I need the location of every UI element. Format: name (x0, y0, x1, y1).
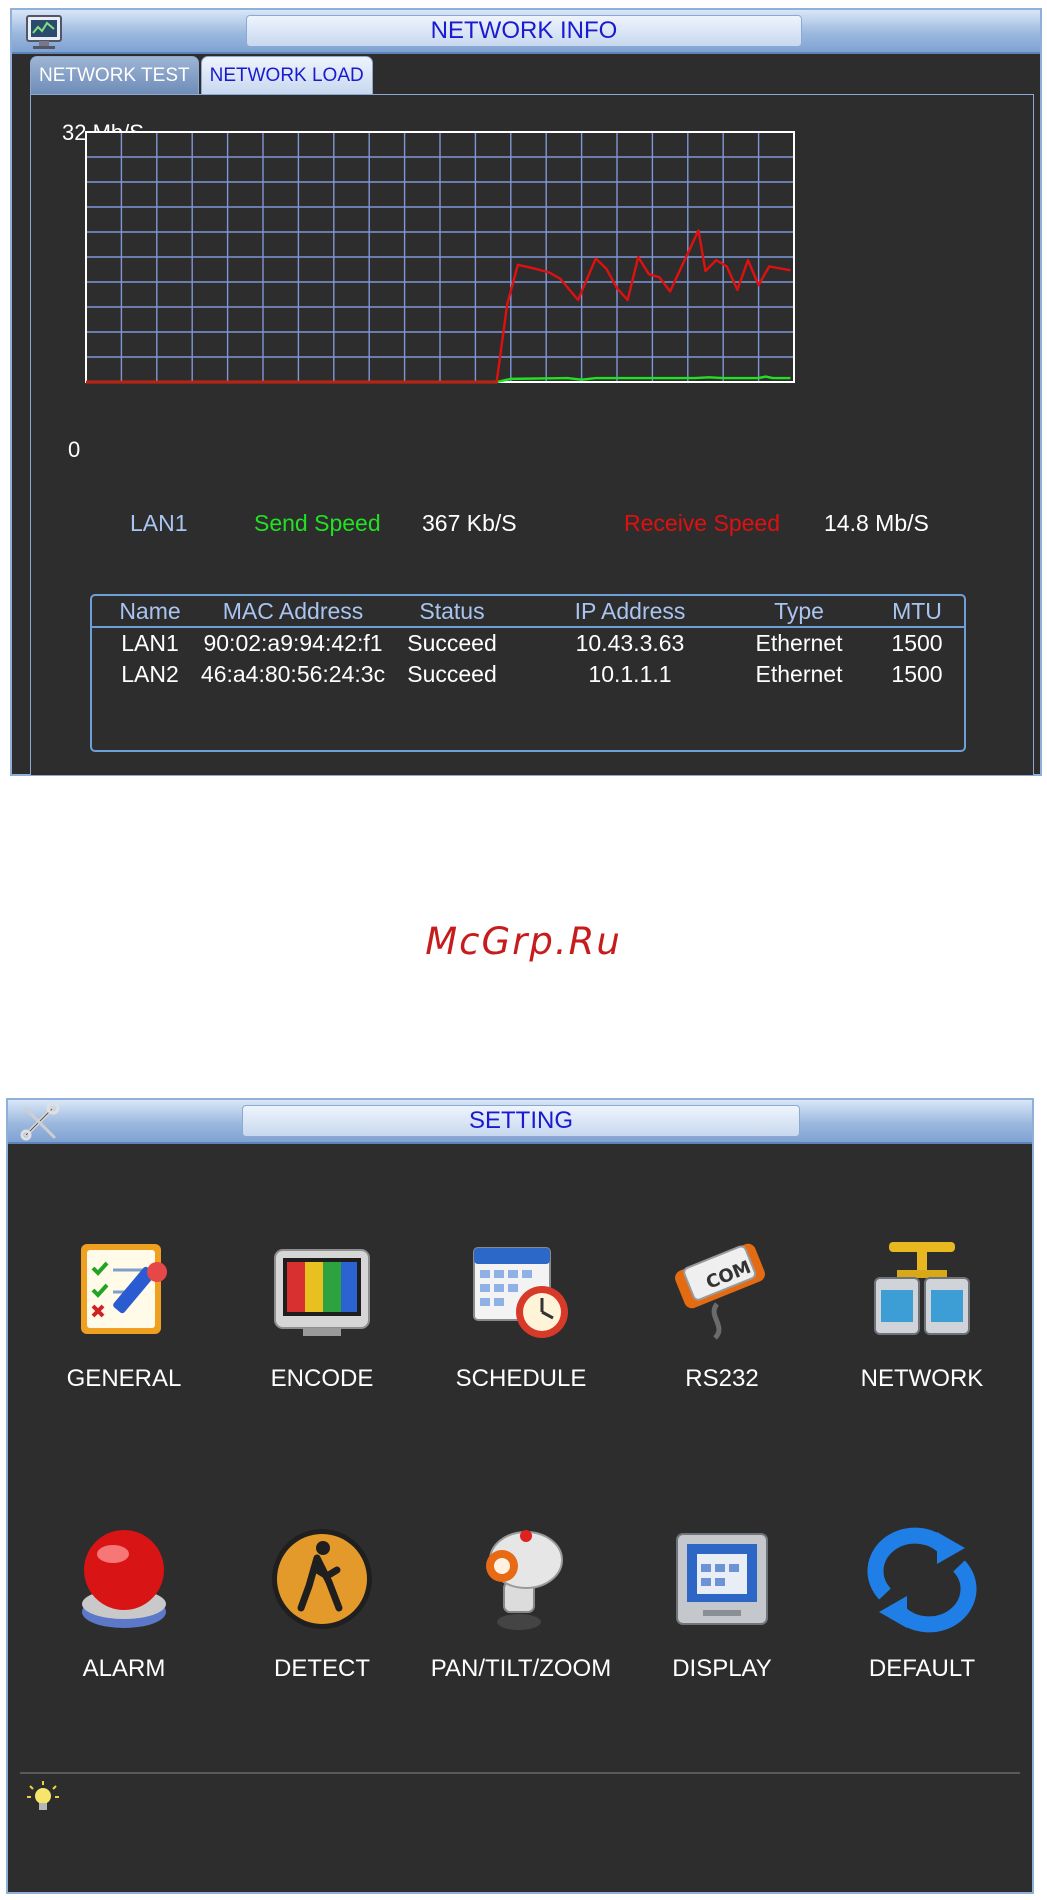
row-name: LAN2 (121, 661, 179, 687)
setting-general[interactable]: GENERAL (24, 1234, 224, 1393)
window-title: SETTING (242, 1105, 800, 1137)
table-row[interactable]: LAN1 90:02:a9:94:42:f1 Succeed 10.43.3.6… (92, 630, 964, 660)
row-status: Succeed (407, 661, 497, 687)
setting-display[interactable]: DISPLAY (622, 1524, 822, 1683)
titlebar: SETTING (8, 1100, 1032, 1144)
setting-label: RS232 (685, 1365, 759, 1392)
network-load-chart (85, 131, 795, 384)
rs232-icon: COM (675, 1243, 765, 1340)
network-interface-table[interactable]: Name MAC Address Status IP Address Type … (90, 594, 966, 752)
setting-window: SETTING GENERAL ENCODE SCHEDULE COM RS23… (6, 1098, 1034, 1894)
col-mtu: MTU (892, 598, 942, 624)
table-header: Name MAC Address Status IP Address Type … (92, 596, 964, 628)
alarm-icon (82, 1530, 166, 1628)
setting-label: ENCODE (270, 1365, 374, 1392)
row-type: Ethernet (755, 630, 843, 656)
detect-icon (272, 1529, 372, 1629)
setting-label: NETWORK (860, 1365, 984, 1392)
ptz-icon (486, 1530, 563, 1630)
schedule-icon (473, 1247, 568, 1338)
col-name: Name (119, 598, 181, 624)
col-type: Type (774, 598, 824, 624)
setting-rs232[interactable]: COM RS232 (622, 1234, 822, 1393)
setting-label: ALARM (82, 1655, 166, 1682)
col-mac: MAC Address (222, 598, 364, 624)
receive-speed-label: Receive Speed (624, 510, 780, 536)
watermark: McGrp.Ru (425, 920, 622, 963)
row-mac: 46:a4:80:56:24:3c (200, 661, 386, 687)
setting-label: DEFAULT (868, 1655, 976, 1682)
setting-alarm[interactable]: ALARM (24, 1524, 224, 1683)
setting-label: DETECT (274, 1655, 370, 1682)
display-icon (676, 1533, 768, 1625)
setting-label: SCHEDULE (455, 1365, 587, 1392)
setting-detect[interactable]: DETECT (222, 1524, 422, 1683)
row-ip: 10.43.3.63 (575, 630, 685, 656)
table-row[interactable]: LAN2 46:a4:80:56:24:3c Succeed 10.1.1.1 … (92, 661, 964, 691)
setting-ptz[interactable]: PAN/TILT/ZOOM (421, 1524, 621, 1683)
lan-label: LAN1 (130, 510, 188, 536)
row-type: Ethernet (755, 661, 843, 687)
receive-speed-value: 14.8 Mb/S (824, 510, 929, 536)
col-status: Status (419, 598, 485, 624)
row-mac: 90:02:a9:94:42:f1 (203, 630, 383, 656)
send-speed-label: Send Speed (254, 510, 381, 536)
setting-network[interactable]: NETWORK (822, 1234, 1022, 1393)
send-speed-value: 367 Kb/S (422, 510, 517, 536)
row-mtu: 1500 (891, 661, 943, 687)
col-ip: IP Address (574, 598, 686, 624)
row-status: Succeed (407, 630, 497, 656)
setting-encode[interactable]: ENCODE (222, 1234, 422, 1393)
row-mtu: 1500 (891, 630, 943, 656)
setting-default[interactable]: DEFAULT (822, 1524, 1022, 1683)
setting-label: PAN/TILT/ZOOM (430, 1655, 612, 1682)
network-icon (874, 1242, 970, 1335)
tools-icon (20, 1103, 60, 1141)
row-ip: 10.1.1.1 (588, 661, 672, 687)
tip-divider (20, 1772, 1020, 1774)
setting-label: GENERAL (66, 1365, 182, 1392)
setting-schedule[interactable]: SCHEDULE (421, 1234, 621, 1393)
network-info-window: NETWORK INFO NETWORK TEST NETWORK LOAD 3… (10, 8, 1042, 776)
general-icon (81, 1244, 167, 1334)
lightbulb-icon (27, 1781, 59, 1810)
encode-icon (274, 1249, 370, 1336)
default-icon (867, 1527, 977, 1633)
setting-label: DISPLAY (672, 1655, 772, 1682)
row-name: LAN1 (121, 630, 179, 656)
